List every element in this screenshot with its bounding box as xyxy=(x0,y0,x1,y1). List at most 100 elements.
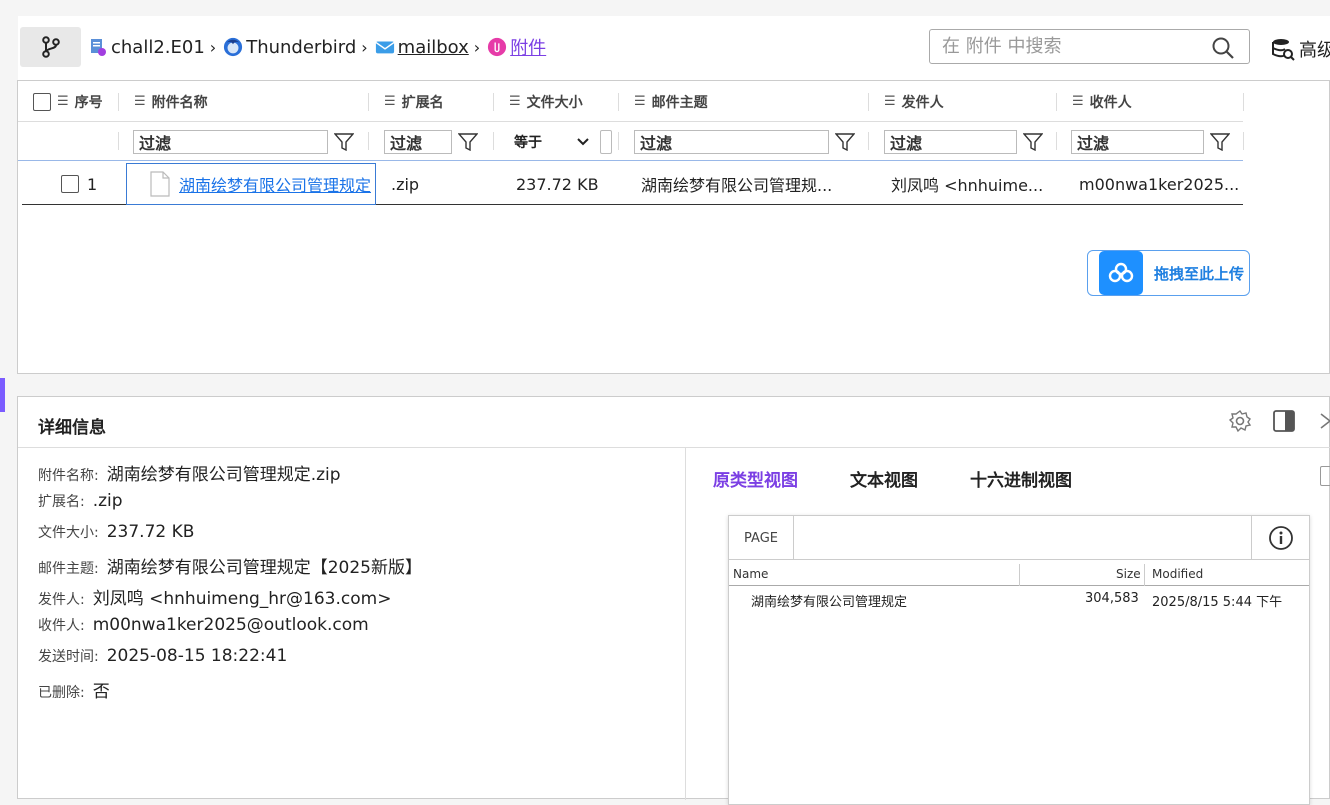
detail-panel: 详细信息 附件名称: 湖南绘梦有限公司管理规定.zip 扩展名: .zip 文件大小… xyxy=(17,396,1330,805)
column-divider[interactable] xyxy=(1056,93,1057,111)
field-key: 附件名称: xyxy=(38,468,99,484)
column-divider[interactable] xyxy=(493,93,494,111)
column-divider[interactable] xyxy=(618,93,619,111)
breadcrumb: chall2.E01 › Thunderbird › mailbox › 附件 xyxy=(88,34,546,60)
preview-row[interactable]: 湖南绘梦有限公司管理规定 304,583 2025/8/15 5:44 下午 xyxy=(729,588,1309,610)
breadcrumb-item-thunderbird[interactable]: Thunderbird xyxy=(223,37,356,58)
filter-icon[interactable] xyxy=(334,133,354,151)
filter-name: 过滤 xyxy=(133,129,354,155)
column-header-recipient[interactable]: ☰ 收件人 xyxy=(1072,81,1132,122)
detail-field-recipient: 收件人: m00nwa1ker2025@outlook.com xyxy=(38,615,422,646)
field-value: 湖南绘梦有限公司管理规定.zip xyxy=(106,465,341,485)
filter-icon[interactable] xyxy=(835,133,855,151)
filter-name-input[interactable]: 过滤 xyxy=(133,130,328,154)
column-menu-icon: ☰ xyxy=(1072,94,1084,109)
filter-icon[interactable] xyxy=(1210,133,1230,151)
column-divider[interactable] xyxy=(368,93,369,111)
breadcrumb-item-evidence[interactable]: chall2.E01 xyxy=(88,37,205,58)
filter-size-input[interactable] xyxy=(600,130,612,154)
column-header-sender[interactable]: ☰ 发件人 xyxy=(884,81,944,122)
detail-divider[interactable] xyxy=(685,448,686,800)
column-menu-icon: ☰ xyxy=(509,94,521,109)
field-key: 发件人: xyxy=(38,592,85,608)
row-index: 1 xyxy=(87,174,98,194)
advanced-search-button[interactable]: 高级 xyxy=(1271,36,1330,62)
expand-view-icon[interactable] xyxy=(1320,466,1330,486)
detail-title: 详细信息 xyxy=(38,418,106,438)
breadcrumb-separator: › xyxy=(473,37,481,57)
filter-icon[interactable] xyxy=(1023,133,1043,151)
header-size[interactable]: Size xyxy=(1116,567,1141,581)
row-size: 237.72 KB xyxy=(516,174,599,194)
filter-sender: 过滤 xyxy=(884,129,1043,155)
filter-ext-input[interactable]: 过滤 xyxy=(384,130,452,154)
column-divider xyxy=(618,132,619,150)
column-label: 附件名称 xyxy=(151,94,208,111)
gear-icon[interactable] xyxy=(1228,409,1252,433)
row-name-cell[interactable]: 湖南绘梦有限公司管理规定 xyxy=(126,163,376,205)
breadcrumb-item-attachments[interactable]: 附件 xyxy=(487,34,546,60)
field-value: 刘凤鸣 <hnhuimeng_hr@163.com> xyxy=(92,589,392,609)
branch-button[interactable] xyxy=(20,27,81,67)
attachment-grid: ☰ 序号 ☰ 附件名称 ☰ 扩展名 ☰ 文件大小 ☰ 邮件主题 ☰ 发件人 ☰ … xyxy=(17,80,1330,374)
column-header-index[interactable]: ☰ 序号 xyxy=(33,81,103,122)
toolbar: chall2.E01 › Thunderbird › mailbox › 附件 xyxy=(18,16,1330,80)
filter-subject-input[interactable]: 过滤 xyxy=(634,130,829,154)
header-name[interactable]: Name xyxy=(733,567,768,581)
column-divider xyxy=(1243,132,1244,150)
column-header-size[interactable]: ☰ 文件大小 xyxy=(509,81,583,122)
tab-native-view[interactable]: 原类型视图 xyxy=(713,466,798,491)
column-header-ext[interactable]: ☰ 扩展名 xyxy=(384,81,444,122)
detail-field-subject: 邮件主题: 湖南绘梦有限公司管理规定【2025新版】 xyxy=(38,553,422,584)
field-key: 邮件主题: xyxy=(38,561,99,577)
column-header-subject[interactable]: ☰ 邮件主题 xyxy=(634,81,708,122)
table-row[interactable]: 1 湖南绘梦有限公司管理规定 .zip 237.72 KB 湖南绘梦有限公司管理… xyxy=(22,163,1243,205)
column-header-name[interactable]: ☰ 附件名称 xyxy=(134,81,208,122)
breadcrumb-item-mailbox[interactable]: mailbox xyxy=(375,37,469,58)
column-menu-icon: ☰ xyxy=(57,94,69,109)
column-divider xyxy=(368,132,369,150)
field-value: 湖南绘梦有限公司管理规定【2025新版】 xyxy=(106,558,422,578)
filter-size-operator[interactable]: 等于 xyxy=(514,129,612,155)
row-sender: 刘凤鸣 <hnhuime... xyxy=(891,176,1044,195)
search-input[interactable] xyxy=(930,36,1200,57)
column-menu-icon: ☰ xyxy=(634,94,646,109)
filter-ext: 过滤 xyxy=(384,129,478,155)
attachment-name-link[interactable]: 湖南绘梦有限公司管理规定 xyxy=(179,172,371,196)
size-operator-value: 等于 xyxy=(514,135,542,151)
column-divider xyxy=(1056,132,1057,150)
branch-icon xyxy=(41,36,60,58)
filter-recipient-input[interactable]: 过滤 xyxy=(1071,130,1204,154)
detail-field-size: 文件大小: 237.72 KB xyxy=(38,522,422,553)
row-checkbox[interactable] xyxy=(61,175,79,193)
tab-text-view[interactable]: 文本视图 xyxy=(850,466,918,491)
split-panel-icon[interactable] xyxy=(1272,409,1296,433)
tab-hex-view[interactable]: 十六进制视图 xyxy=(970,466,1072,491)
column-menu-icon: ☰ xyxy=(384,94,396,109)
breadcrumb-label: chall2.E01 xyxy=(111,36,205,58)
column-divider[interactable] xyxy=(1144,564,1145,586)
row-ext: .zip xyxy=(391,174,420,194)
column-divider[interactable] xyxy=(868,93,869,111)
filter-icon[interactable] xyxy=(458,133,478,151)
field-key: 文件大小: xyxy=(38,525,99,541)
file-icon xyxy=(150,171,170,197)
select-all-checkbox[interactable] xyxy=(33,92,51,111)
header-modified[interactable]: Modified xyxy=(1152,567,1203,581)
column-divider[interactable] xyxy=(1243,93,1244,111)
info-icon[interactable] xyxy=(1251,516,1309,560)
search-icon[interactable] xyxy=(1211,36,1235,64)
column-label: 文件大小 xyxy=(526,94,583,111)
close-icon[interactable] xyxy=(1316,409,1330,433)
detail-field-sent-time: 发送时间: 2025-08-15 18:22:41 xyxy=(38,646,422,677)
filter-sender-input[interactable]: 过滤 xyxy=(884,130,1017,154)
mail-icon xyxy=(375,37,395,57)
upload-button[interactable]: 拖拽至此上传 xyxy=(1087,250,1250,296)
advanced-label: 高级 xyxy=(1299,40,1330,61)
cloud-icon xyxy=(1099,251,1143,295)
column-label: 序号 xyxy=(74,94,103,111)
column-divider xyxy=(868,132,869,150)
column-divider[interactable] xyxy=(118,93,119,111)
column-divider[interactable] xyxy=(1019,564,1020,586)
filter-recipient: 过滤 xyxy=(1071,129,1230,155)
